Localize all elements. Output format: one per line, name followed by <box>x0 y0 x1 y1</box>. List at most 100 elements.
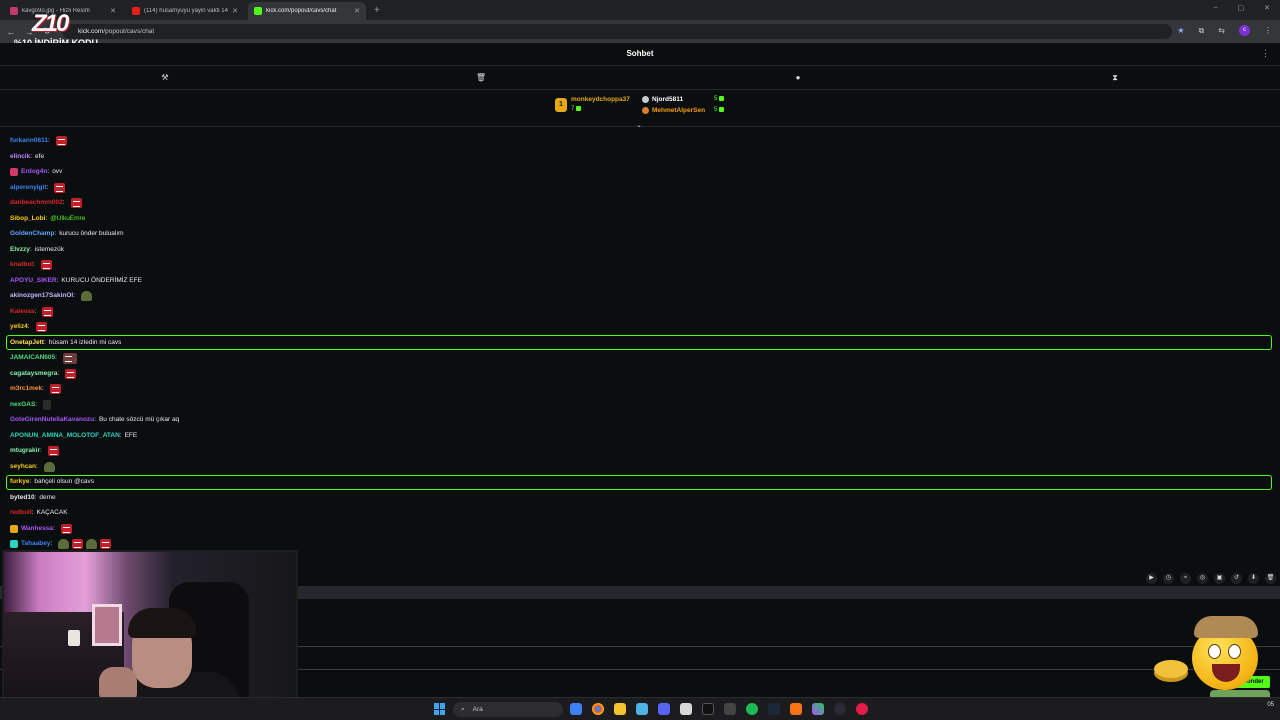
chat-username[interactable]: OnetapJett <box>10 336 44 350</box>
chat-message[interactable]: akinozgen17SakinOl: <box>10 289 93 303</box>
extensions-icon[interactable]: ⧉ <box>1199 26 1205 36</box>
new-tab-button[interactable]: + <box>374 2 380 20</box>
chat-message[interactable]: cagataysmegra: <box>10 367 77 381</box>
chat-more-icon[interactable]: ⋮ <box>1261 48 1270 59</box>
chat-username[interactable]: alperenyigit <box>10 181 46 195</box>
browser-tab-2[interactable]: (114) husamyuyu yayin vakti 14 ✕ <box>126 2 244 20</box>
hammer-icon[interactable]: ⚒ <box>159 72 171 84</box>
chat-username[interactable]: furkann0611 <box>10 134 48 148</box>
leader-third-name[interactable]: MehmetAlperSen <box>652 107 705 114</box>
task-view-icon[interactable] <box>570 703 582 715</box>
trash-icon[interactable]: 🗑 <box>475 72 487 84</box>
chat-message[interactable]: redbull: KAÇACAK <box>10 506 68 520</box>
chat-username[interactable]: akinozgen17SakinOl <box>10 289 73 303</box>
chat-bubble-icon[interactable]: ● <box>792 72 804 84</box>
hourglass-icon[interactable]: ⧗ <box>1109 72 1121 84</box>
capture-icon[interactable] <box>680 703 692 715</box>
chat-username[interactable]: mtugrakir <box>10 444 40 458</box>
chat-username[interactable]: Kalevas <box>10 305 35 319</box>
chat-username[interactable]: danbeachmm002 <box>10 196 63 210</box>
chat-message[interactable]: furkann0611: <box>10 134 67 148</box>
chat-message[interactable]: JAMAICAN605: <box>10 351 77 365</box>
chat-username[interactable]: Erdog4n <box>21 165 47 179</box>
leader-first-name[interactable]: monkeydchoppa37 <box>571 96 630 103</box>
edge-refresh-icon[interactable] <box>636 703 648 715</box>
tab-close-icon[interactable]: ✕ <box>354 7 360 15</box>
quick-action-button[interactable]: ◎ <box>1197 573 1208 584</box>
app-icon-grey[interactable] <box>724 703 736 715</box>
quick-action-button[interactable]: ▣ <box>1214 573 1225 584</box>
chat-message[interactable]: Elvzzy: istemezük <box>10 243 64 257</box>
record-icon[interactable] <box>856 703 868 715</box>
chat-message[interactable]: furkye: bahçeli olsun @cavs <box>10 475 94 489</box>
sidebar-icon[interactable]: ⇆ <box>1218 26 1225 35</box>
chat-message[interactable]: yeliz4: <box>10 320 47 334</box>
chat-message[interactable]: APONUN_AMINA_MOLOTOF_ATAN: EFE <box>10 429 137 443</box>
obs-icon[interactable] <box>834 703 846 715</box>
spotify-icon[interactable] <box>746 703 758 715</box>
maximize-button[interactable]: ▢ <box>1238 4 1245 12</box>
url-input[interactable]: kick.com/popout/cavs/chat <box>62 24 1172 39</box>
app-icon-dark[interactable] <box>702 703 714 715</box>
chrome-icon[interactable] <box>592 703 604 715</box>
quick-action-button[interactable]: ▶ <box>1146 573 1157 584</box>
chat-message[interactable]: APOYU_SIKER: KURUCU ÖNDERİMİZ EFE <box>10 274 142 288</box>
chat-username[interactable]: nexGAS <box>10 398 35 412</box>
chat-username[interactable]: JAMAICAN605 <box>10 351 55 365</box>
chat-username[interactable]: knatbol <box>10 258 33 272</box>
chat-username[interactable]: Elvzzy <box>10 243 30 257</box>
chat-message[interactable]: GoteGirenNutellaKavanozu: Bu chate sözcü … <box>10 413 179 427</box>
close-window-button[interactable]: ✕ <box>1264 4 1270 12</box>
quick-action-button[interactable]: ≈ <box>1180 573 1191 584</box>
chat-username[interactable]: Wanhessa <box>21 522 53 536</box>
chat-username[interactable]: m3rc1mek <box>10 382 42 396</box>
file-explorer-icon[interactable] <box>614 703 626 715</box>
chat-username[interactable]: GoldenChamp <box>10 227 54 241</box>
tab-close-icon[interactable]: ✕ <box>110 7 116 15</box>
chat-message[interactable]: Wanhessa: <box>10 522 72 536</box>
chat-message[interactable]: mtugrakir: <box>10 444 59 458</box>
chat-message[interactable]: Tahaabey: <box>10 537 112 550</box>
quick-action-button[interactable]: ⬇ <box>1248 573 1259 584</box>
chat-username[interactable]: seyhcan <box>10 460 36 474</box>
clock[interactable]: 05 <box>1267 701 1274 709</box>
chat-message[interactable]: seyhcan: <box>10 460 55 474</box>
color-app-icon[interactable] <box>812 703 824 715</box>
chat-username[interactable]: Sibop_Lobi <box>10 212 45 226</box>
browser-menu-icon[interactable]: ⋮ <box>1264 26 1272 35</box>
chat-message[interactable]: danbeachmm002: <box>10 196 82 210</box>
discord-icon[interactable] <box>658 703 670 715</box>
minimize-button[interactable]: – <box>1214 4 1218 12</box>
chat-message[interactable]: m3rc1mek: <box>10 382 61 396</box>
chat-username[interactable]: redbull <box>10 506 32 520</box>
chat-username[interactable]: furkye <box>10 475 30 489</box>
chat-message[interactable]: Kalevas: <box>10 305 54 319</box>
leader-second-name[interactable]: Njord5811 <box>652 96 683 103</box>
chat-username[interactable]: byted10 <box>10 491 35 505</box>
tab-close-icon[interactable]: ✕ <box>232 7 238 15</box>
cloud-icon[interactable] <box>790 703 802 715</box>
chat-message[interactable]: knatbol: <box>10 258 52 272</box>
quick-action-button[interactable]: 🗑 <box>1265 573 1276 584</box>
chat-username[interactable]: cagataysmegra <box>10 367 57 381</box>
chat-message[interactable]: elincik: efe <box>10 150 44 164</box>
chat-message[interactable]: nexGAS: <box>10 398 52 412</box>
steam-icon[interactable] <box>768 703 780 715</box>
chat-message[interactable]: Erdog4n: ovv <box>10 165 62 179</box>
taskbar-search[interactable]: ⌕ Ara <box>453 702 563 717</box>
browser-tab-3-active[interactable]: kick.com/popout/cavs/chat ✕ <box>248 2 366 20</box>
quick-action-button[interactable]: ↺ <box>1231 573 1242 584</box>
chat-username[interactable]: Tahaabey <box>21 537 51 550</box>
chat-username[interactable]: elincik <box>10 150 30 164</box>
chat-message-list[interactable]: furkann0611: elincik: efe Erdog4n: ovv alpere… <box>0 128 1280 550</box>
chat-message[interactable]: Sibop_Lobi: @UlkuEmre <box>10 212 85 226</box>
chat-username[interactable]: APOYU_SIKER <box>10 274 57 288</box>
chat-message[interactable]: OnetapJett: hüsam 14 izledin mi cavs <box>10 336 121 350</box>
chat-username[interactable]: yeliz4 <box>10 320 28 334</box>
chat-message[interactable]: byted10: deme <box>10 491 56 505</box>
chat-username[interactable]: GoteGirenNutellaKavanozu <box>10 413 94 427</box>
chat-message[interactable]: alperenyigit: <box>10 181 66 195</box>
quick-action-button[interactable]: ◷ <box>1163 573 1174 584</box>
profile-avatar[interactable]: c <box>1239 25 1250 36</box>
chat-message[interactable]: GoldenChamp: kurucu önder bulualım <box>10 227 124 241</box>
